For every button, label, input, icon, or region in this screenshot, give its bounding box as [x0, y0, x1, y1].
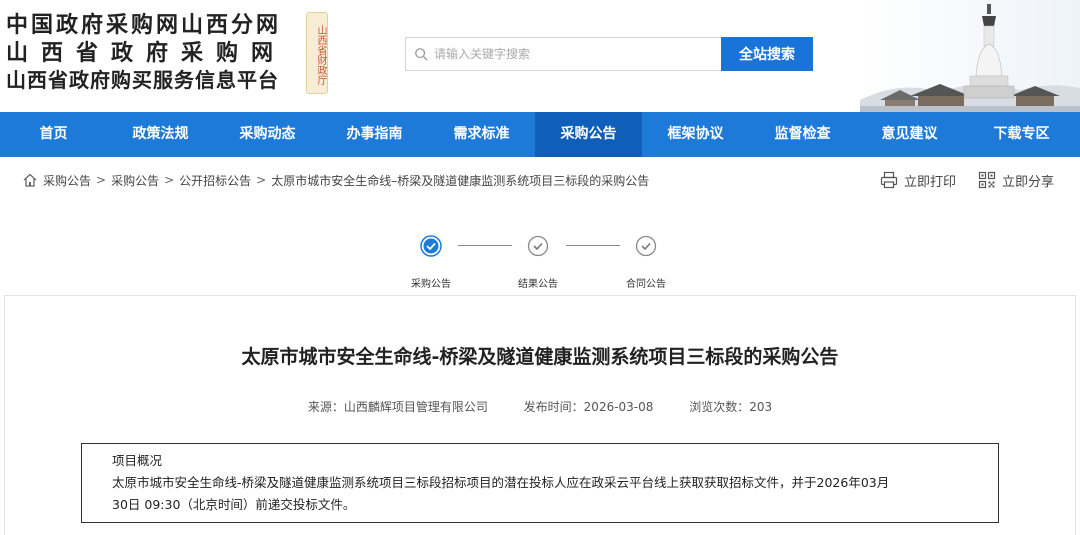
- step-check-active-icon: [420, 235, 442, 257]
- step-result[interactable]: 结果公告: [498, 235, 578, 290]
- announcement-progress: 采购公告 结果公告 合同公告: [0, 203, 1080, 305]
- printer-icon: [880, 171, 898, 189]
- article-title: 太原市城市安全生命线-桥梁及隧道健康监测系统项目三标段的采购公告: [241, 346, 839, 368]
- article-view-count: 浏览次数：203: [689, 400, 773, 414]
- search-icon: [415, 48, 428, 61]
- step-label: 合同公告: [626, 279, 666, 290]
- share-button[interactable]: 立即分享: [978, 171, 1054, 190]
- nav-item-framework[interactable]: 框架协议: [642, 112, 749, 157]
- step-label: 结果公告: [518, 279, 558, 290]
- breadcrumb: 采购公告 > 采购公告 > 公开招标公告 > 太原市城市安全生命线–桥梁及隧道健…: [0, 157, 1080, 203]
- main-nav: 首页 政策法规 采购动态 办事指南 需求标准 采购公告 框架协议 监督检查 意见…: [0, 112, 1080, 157]
- print-button[interactable]: 立即打印: [880, 171, 956, 190]
- summary-text-line: 30日 09:30（北京时间）前递交投标文件。: [112, 497, 356, 512]
- nav-item-feedback[interactable]: 意见建议: [856, 112, 963, 157]
- share-label: 立即分享: [1001, 174, 1054, 190]
- page-tools: 立即打印 立即分享: [880, 157, 1054, 203]
- search-button[interactable]: 全站搜索: [721, 37, 813, 71]
- print-label: 立即打印: [903, 174, 956, 190]
- step-procurement[interactable]: 采购公告: [391, 235, 471, 290]
- search-input[interactable]: [434, 47, 704, 61]
- nav-item-news[interactable]: 采购动态: [214, 112, 321, 157]
- breadcrumb-separator: >: [164, 173, 175, 187]
- breadcrumb-separator: >: [256, 173, 267, 187]
- breadcrumb-separator: >: [96, 173, 107, 187]
- logo-line-3: 山西省政府购买服务信息平台: [6, 68, 279, 92]
- project-summary-box: 项目概况 太原市城市安全生命线-桥梁及隧道健康监测系统项目三标段招标项目的潜在投…: [81, 443, 999, 523]
- site-logo[interactable]: 中国政府采购网山西分网 山西省政府采购网 山西省政府购买服务信息平台: [6, 10, 286, 93]
- logo-line-2: 山西省政府采购网: [6, 40, 287, 66]
- nav-item-standards[interactable]: 需求标准: [428, 112, 535, 157]
- article-publish-time: 发布时间：2026-03-08: [523, 400, 654, 414]
- nav-item-downloads[interactable]: 下载专区: [963, 112, 1080, 157]
- nav-item-guide[interactable]: 办事指南: [321, 112, 428, 157]
- nav-item-home[interactable]: 首页: [0, 112, 107, 157]
- step-label: 采购公告: [411, 279, 451, 290]
- breadcrumb-current: 太原市城市安全生命线–桥梁及隧道健康监测系统项目三标段的采购公告: [271, 173, 650, 188]
- breadcrumb-item[interactable]: 采购公告: [43, 172, 91, 189]
- finance-dept-seal: 山西省财政厅: [306, 12, 328, 94]
- site-search: 全站搜索: [405, 37, 813, 71]
- home-icon[interactable]: [22, 172, 38, 188]
- summary-title: 项目概况: [112, 453, 163, 468]
- breadcrumb-item[interactable]: 公开招标公告: [179, 172, 251, 189]
- breadcrumb-item[interactable]: 采购公告: [111, 172, 159, 189]
- nav-item-supervision[interactable]: 监督检查: [749, 112, 856, 157]
- logo-line-1: 中国政府采购网山西分网: [6, 12, 282, 38]
- nav-item-announcements[interactable]: 采购公告: [535, 112, 642, 157]
- pagoda-banner-image: [860, 0, 1080, 112]
- qr-code-icon: [978, 171, 996, 189]
- nav-item-policies[interactable]: 政策法规: [107, 112, 214, 157]
- article-source: 来源：山西麟辉项目管理有限公司: [307, 400, 488, 414]
- summary-text-line: 太原市城市安全生命线-桥梁及隧道健康监测系统项目三标段招标项目的潜在投标人应在政…: [112, 475, 890, 490]
- search-box[interactable]: [405, 37, 721, 71]
- site-header: 中国政府采购网山西分网 山西省政府采购网 山西省政府购买服务信息平台 山西省财政…: [0, 0, 1080, 112]
- article-meta: 来源：山西麟辉项目管理有限公司 发布时间：2026-03-08 浏览次数：203: [5, 398, 1075, 415]
- step-check-icon: [635, 235, 657, 257]
- step-check-icon: [527, 235, 549, 257]
- step-contract[interactable]: 合同公告: [606, 235, 686, 290]
- article-panel: 太原市城市安全生命线-桥梁及隧道健康监测系统项目三标段的采购公告 来源：山西麟辉…: [4, 295, 1076, 535]
